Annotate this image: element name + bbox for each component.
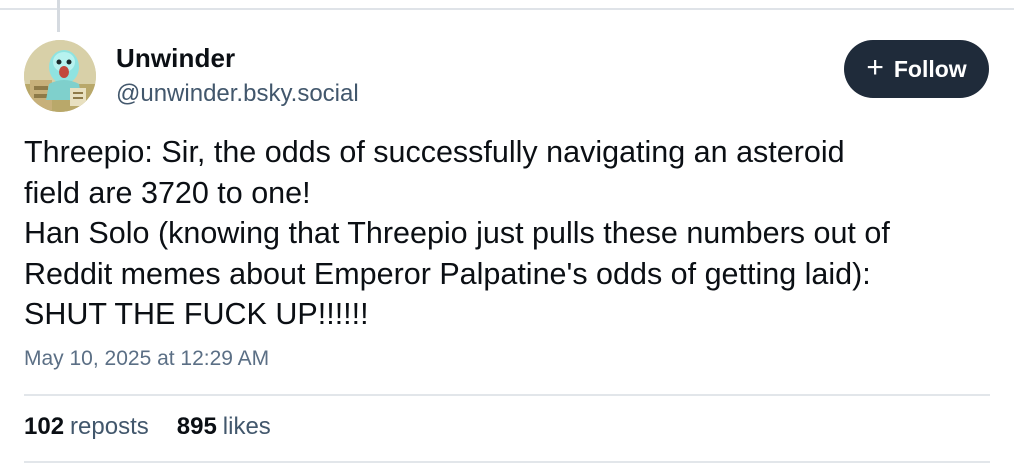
post-body: Threepio: Sir, the odds of successfully … [24,132,999,335]
plus-icon: + [866,50,884,84]
likes-label: likes [222,413,271,440]
reposts-stat[interactable]: 102 reposts [24,413,149,441]
post-timestamp[interactable]: May 10, 2025 at 12:29 AM [24,347,269,371]
likes-count: 895 [176,413,217,440]
post-line: field are 3720 to one! [24,175,311,210]
reposts-count: 102 [24,413,65,440]
follow-button-label: Follow [893,55,967,82]
stats-top-divider [24,394,990,396]
author-display-name[interactable]: Unwinder [116,43,235,74]
likes-stat[interactable]: 895 likes [177,413,271,441]
post-line: Reddit memes about Emperor Palpatine's o… [24,256,871,291]
post-line: SHUT THE FUCK UP!!!!!! [24,297,369,331]
stats-bottom-divider [24,461,990,463]
follow-button[interactable]: + Follow [844,40,989,98]
reposts-label: reposts [70,413,149,440]
avatar-cartoon-icon [24,40,96,112]
author-handle[interactable]: @unwinder.bsky.social [116,80,359,108]
post-stats: 102 reposts 895 likes [24,413,271,441]
author-avatar[interactable] [24,40,96,112]
post-line: Threepio: Sir, the odds of successfully … [24,135,845,169]
post-card: Unwinder @unwinder.bsky.social + Follow … [0,10,1014,466]
post-line: Han Solo (knowing that Threepio just pul… [24,216,890,250]
